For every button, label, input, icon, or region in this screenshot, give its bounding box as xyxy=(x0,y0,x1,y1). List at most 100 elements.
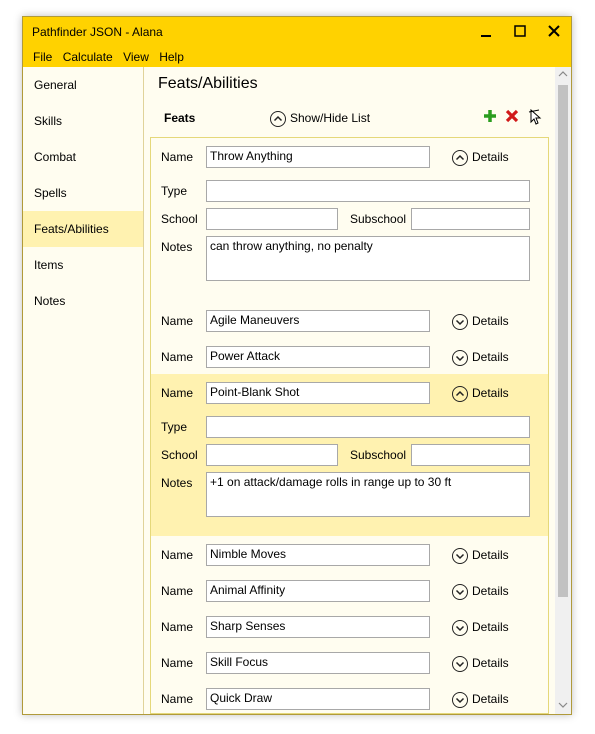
list-item: Name Animal Affinity Details xyxy=(151,572,548,608)
page-title: Feats/Abilities xyxy=(158,75,258,92)
feat-name-field[interactable]: Quick Draw xyxy=(206,688,430,710)
details-label: Details xyxy=(472,620,509,634)
name-label: Name xyxy=(161,386,194,400)
feat-name-field[interactable]: Power Attack xyxy=(206,346,430,368)
title-bar: Pathfinder JSON - Alana xyxy=(23,17,571,47)
list-item: Name Quick Draw Details xyxy=(151,680,548,714)
feat-name-field[interactable]: Animal Affinity xyxy=(206,580,430,602)
chevron-up-icon xyxy=(452,385,468,402)
add-feat-button[interactable] xyxy=(482,109,498,125)
details-toggle[interactable]: Details xyxy=(452,147,509,167)
chevron-down-icon xyxy=(452,547,468,564)
subschool-label: Subschool xyxy=(350,212,407,226)
notes-label: Notes xyxy=(161,476,193,490)
feat-type-field[interactable] xyxy=(206,416,530,438)
name-label: Name xyxy=(161,314,194,328)
chevron-up-icon xyxy=(270,110,286,127)
list-item: Name Nimble Moves Details xyxy=(151,536,548,572)
feat-name-field[interactable]: Sharp Senses xyxy=(206,616,430,638)
sidebar: General Skills Combat Spells Feats/Abili… xyxy=(23,67,144,714)
scroll-up-icon[interactable] xyxy=(555,67,571,83)
feat-name-field[interactable]: Agile Maneuvers xyxy=(206,310,430,332)
sidebar-item-spells[interactable]: Spells xyxy=(23,175,143,211)
details-toggle[interactable]: Details xyxy=(452,545,509,565)
feat-name-field[interactable]: Point-Blank Shot xyxy=(206,382,430,404)
scroll-down-icon[interactable] xyxy=(555,698,571,714)
details-label: Details xyxy=(472,150,509,164)
subschool-label: Subschool xyxy=(350,448,407,462)
details-label: Details xyxy=(472,692,509,706)
school-label: School xyxy=(161,212,198,226)
list-item: Name Skill Focus Details xyxy=(151,644,548,680)
details-toggle[interactable]: Details xyxy=(452,311,509,331)
feats-toolbar: Feats Show/Hide List xyxy=(144,105,555,133)
close-button[interactable] xyxy=(537,17,571,47)
show-hide-list-button[interactable]: Show/Hide List xyxy=(270,108,370,128)
details-toggle[interactable]: Details xyxy=(452,653,509,673)
type-label: Type xyxy=(161,420,188,434)
feats-list: Name Throw Anything Details Type School … xyxy=(150,137,549,714)
chevron-down-icon xyxy=(452,349,468,366)
sidebar-item-general[interactable]: General xyxy=(23,67,143,103)
details-toggle[interactable]: Details xyxy=(452,383,509,403)
details-label: Details xyxy=(472,314,509,328)
details-toggle[interactable]: Details xyxy=(452,617,509,637)
feat-name-field[interactable]: Throw Anything xyxy=(206,146,430,168)
maximize-button[interactable] xyxy=(503,17,537,47)
cursor-icon xyxy=(528,108,542,125)
name-label: Name xyxy=(161,584,194,598)
feat-school-field[interactable] xyxy=(206,444,338,466)
list-item: Name Agile Maneuvers Details xyxy=(151,302,548,338)
school-label: School xyxy=(161,448,198,462)
close-icon xyxy=(548,25,560,37)
feat-notes-field[interactable]: can throw anything, no penalty xyxy=(206,236,530,281)
select-tool-button[interactable] xyxy=(527,108,543,125)
feats-section-label: Feats xyxy=(164,111,196,125)
sidebar-item-notes[interactable]: Notes xyxy=(23,283,143,319)
name-label: Name xyxy=(161,656,194,670)
app-window: Pathfinder JSON - Alana File Calculate V… xyxy=(22,16,572,715)
remove-feat-button[interactable] xyxy=(504,109,520,125)
menu-file[interactable]: File xyxy=(33,47,52,67)
sidebar-item-skills[interactable]: Skills xyxy=(23,103,143,139)
feat-name-field[interactable]: Nimble Moves xyxy=(206,544,430,566)
sidebar-item-combat[interactable]: Combat xyxy=(23,139,143,175)
chevron-down-icon xyxy=(452,619,468,636)
name-label: Name xyxy=(161,350,194,364)
details-toggle[interactable]: Details xyxy=(452,347,509,367)
details-label: Details xyxy=(472,386,509,400)
sidebar-item-feats-abilities[interactable]: Feats/Abilities xyxy=(23,211,143,247)
feat-notes-field[interactable]: +1 on attack/damage rolls in range up to… xyxy=(206,472,530,517)
list-item: Name Sharp Senses Details xyxy=(151,608,548,644)
vertical-scrollbar[interactable] xyxy=(555,67,571,714)
details-label: Details xyxy=(472,656,509,670)
details-toggle[interactable]: Details xyxy=(452,581,509,601)
feat-subschool-field[interactable] xyxy=(411,444,530,466)
scrollbar-thumb[interactable] xyxy=(558,85,568,597)
feat-school-field[interactable] xyxy=(206,208,338,230)
menu-calculate[interactable]: Calculate xyxy=(63,47,113,67)
chevron-down-icon xyxy=(452,583,468,600)
details-label: Details xyxy=(472,350,509,364)
name-label: Name xyxy=(161,620,194,634)
details-toggle[interactable]: Details xyxy=(452,689,509,709)
minimize-button[interactable] xyxy=(469,17,503,47)
sidebar-item-items[interactable]: Items xyxy=(23,247,143,283)
minimize-icon xyxy=(481,35,491,37)
show-hide-list-label: Show/Hide List xyxy=(290,111,371,125)
notes-label: Notes xyxy=(161,240,193,254)
list-item: Name Throw Anything Details Type School … xyxy=(151,138,548,288)
chevron-down-icon xyxy=(452,313,468,330)
menu-help[interactable]: Help xyxy=(159,47,184,67)
feat-subschool-field[interactable] xyxy=(411,208,530,230)
menu-view[interactable]: View xyxy=(123,47,149,67)
maximize-icon xyxy=(514,25,526,37)
name-label: Name xyxy=(161,150,194,164)
chevron-down-icon xyxy=(452,691,468,708)
name-label: Name xyxy=(161,692,194,706)
feat-type-field[interactable] xyxy=(206,180,530,202)
feat-name-field[interactable]: Skill Focus xyxy=(206,652,430,674)
name-label: Name xyxy=(161,548,194,562)
details-label: Details xyxy=(472,584,509,598)
details-label: Details xyxy=(472,548,509,562)
